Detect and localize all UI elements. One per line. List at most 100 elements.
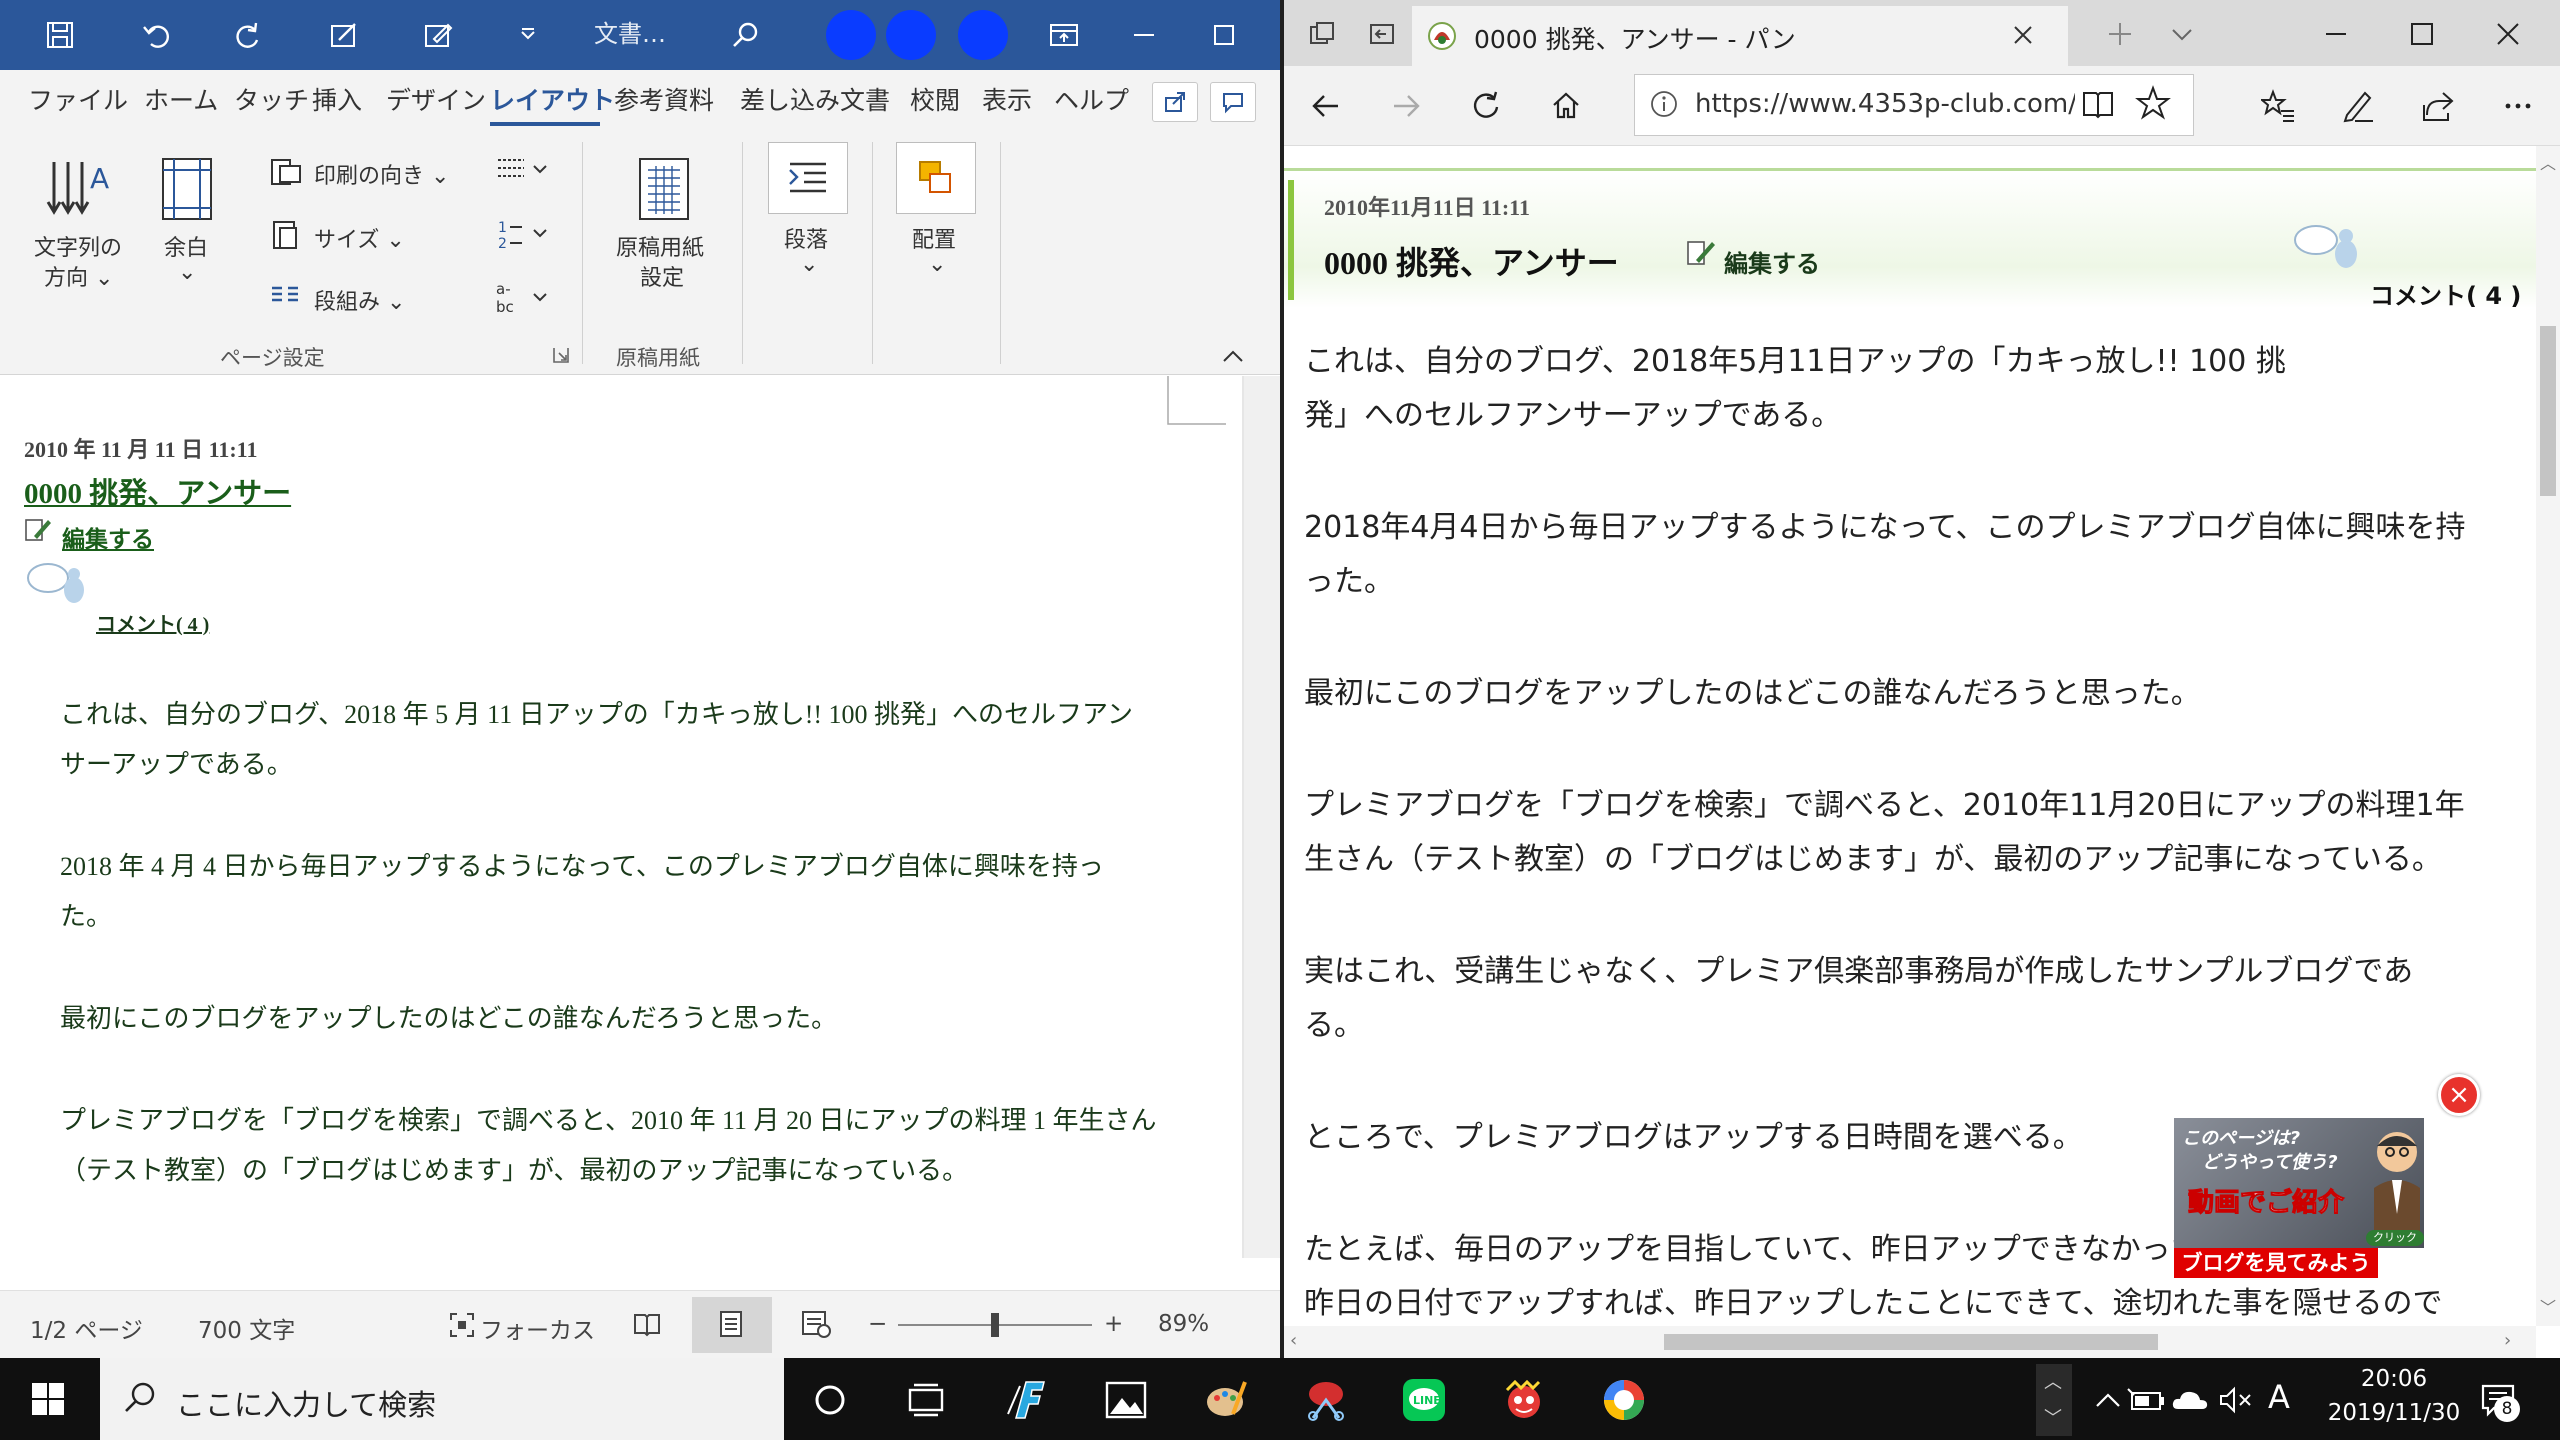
user-avatar-dot[interactable] <box>886 10 936 60</box>
size-icon[interactable] <box>268 218 302 252</box>
address-bar[interactable]: https://www.4353p-club.com/b <box>1634 74 2194 136</box>
breaks-icon[interactable] <box>494 156 550 184</box>
share-icon[interactable] <box>2410 78 2466 134</box>
promo-close-button[interactable]: × <box>2438 1074 2480 1116</box>
comments-link[interactable]: コメント( 4 ) <box>96 608 209 637</box>
new-tab-icon[interactable] <box>2092 6 2148 62</box>
tab-references[interactable]: 参考資料 <box>614 82 714 120</box>
manuscript-setup-label[interactable]: 原稿用紙 <box>616 230 704 262</box>
margins-icon[interactable] <box>160 156 214 222</box>
chevron-down-icon[interactable]: ⌄ <box>178 260 196 285</box>
scroll-up-icon[interactable]: ︿ <box>2536 150 2560 174</box>
tab-list-chevron-icon[interactable] <box>2154 6 2210 62</box>
touch-mode-icon[interactable] <box>326 17 362 53</box>
tab-home[interactable]: ホーム <box>144 82 218 120</box>
reading-view-icon[interactable] <box>2081 87 2115 121</box>
manuscript-setup-icon[interactable] <box>636 156 692 222</box>
word-count[interactable]: 700 文字 <box>198 1311 295 1345</box>
chevron-down-icon[interactable]: ⌄ <box>928 252 946 277</box>
taskbar-search-box[interactable]: ここに入力して検索 <box>100 1358 784 1440</box>
paragraph-icon[interactable] <box>768 142 848 214</box>
tab-view[interactable]: 表示 <box>982 82 1032 120</box>
edit-link[interactable]: 編集する <box>62 520 154 554</box>
tab-review[interactable]: 校閲 <box>910 82 960 120</box>
margins-label[interactable]: 余白 <box>164 230 208 262</box>
edit-link[interactable]: 編集する <box>1724 244 1820 279</box>
ribbon-display-options-icon[interactable] <box>1036 12 1092 58</box>
undo-icon[interactable] <box>138 17 174 53</box>
print-layout-icon[interactable] <box>716 1309 746 1339</box>
text-direction-icon[interactable]: A <box>44 154 114 224</box>
close-tab-icon[interactable] <box>2008 20 2038 50</box>
clock-time[interactable]: 20:06 <box>2334 1366 2454 1392</box>
start-windows-icon[interactable] <box>18 1369 78 1429</box>
tab-mailings[interactable]: 差し込み文書 <box>740 82 890 120</box>
speaker-muted-icon[interactable] <box>2206 1370 2266 1430</box>
more-options-icon[interactable] <box>2490 78 2546 134</box>
forward-icon[interactable] <box>1378 78 1434 134</box>
page-count[interactable]: 1/2 ページ <box>30 1311 143 1345</box>
scroll-down-icon[interactable]: ﹀ <box>2536 1294 2560 1318</box>
maximize-icon[interactable] <box>2394 6 2450 62</box>
document-page[interactable]: 2010 年 11 月 11 日 11:11 0000 挑発、アンサー 編集する… <box>0 376 1242 1258</box>
minimize-icon[interactable] <box>2308 6 2364 62</box>
zoom-level[interactable]: 89% <box>1158 1311 1209 1337</box>
chevron-down-icon[interactable]: ﹀ <box>2044 1404 2062 1430</box>
share-icon[interactable] <box>1152 82 1198 122</box>
user-avatar-dot[interactable] <box>958 10 1008 60</box>
customize-dropdown-icon[interactable] <box>510 17 546 53</box>
read-mode-icon[interactable] <box>632 1309 662 1339</box>
info-icon[interactable] <box>1649 89 1679 119</box>
columns-icon[interactable] <box>268 282 302 310</box>
collapse-ribbon-icon[interactable] <box>1222 348 1244 364</box>
scroll-left-icon[interactable]: ‹ <box>1290 1330 1297 1351</box>
text-direction-label[interactable]: 方向 ⌄ <box>44 260 113 292</box>
home-icon[interactable] <box>1538 78 1594 134</box>
draw-icon[interactable] <box>420 17 456 53</box>
orientation-icon[interactable] <box>268 154 302 188</box>
post-title[interactable]: 0000 挑発、アンサー <box>24 470 291 512</box>
promo-view-blog-button[interactable]: ブログを見てみよう <box>2174 1248 2378 1278</box>
snipping-tool-icon[interactable] <box>1296 1370 1356 1430</box>
dialog-launcher-icon[interactable] <box>552 346 570 364</box>
chevron-down-icon[interactable]: ⌄ <box>800 252 818 277</box>
favorites-hub-icon[interactable] <box>2250 78 2306 134</box>
zoom-slider-thumb[interactable] <box>991 1313 999 1337</box>
zoom-in-button[interactable]: + <box>1104 1311 1123 1337</box>
tab-design[interactable]: デザイン <box>386 82 486 120</box>
search-icon[interactable] <box>728 17 764 53</box>
tab-touch[interactable]: タッチ <box>234 82 309 120</box>
tab-layout[interactable]: レイアウト <box>490 82 615 120</box>
cortana-icon[interactable] <box>800 1370 860 1430</box>
zoom-out-button[interactable]: − <box>868 1311 887 1337</box>
close-window-icon[interactable] <box>2480 6 2536 62</box>
hyphenation-icon[interactable]: a-bc <box>494 280 550 316</box>
text-direction-label[interactable]: 文字列の <box>34 230 122 262</box>
back-icon[interactable] <box>1298 78 1354 134</box>
tab-insert[interactable]: 挿入 <box>312 82 362 120</box>
web-note-pen-icon[interactable] <box>2330 78 2386 134</box>
chevron-up-icon[interactable]: ︿ <box>2044 1368 2062 1394</box>
url-text[interactable]: https://www.4353p-club.com/b <box>1695 89 2075 119</box>
photos-icon[interactable] <box>1096 1370 1156 1430</box>
arrange-icon[interactable] <box>896 142 976 214</box>
focus-icon[interactable] <box>448 1311 476 1339</box>
tab-help[interactable]: ヘルプ <box>1054 82 1129 120</box>
manuscript-setup-label[interactable]: 設定 <box>640 260 684 292</box>
scrollbar-thumb[interactable] <box>1664 1334 2158 1350</box>
browser-tab[interactable]: 0000 挑発、アンサー - パン <box>1412 6 2068 66</box>
vertical-scrollbar[interactable]: ︿ ﹀ <box>2536 146 2560 1326</box>
web-layout-icon[interactable] <box>800 1309 832 1339</box>
maximize-icon[interactable] <box>1196 12 1252 58</box>
taskbar-scroll[interactable]: ︿ ﹀ <box>2036 1364 2072 1436</box>
arrange-label[interactable]: 配置 <box>912 222 956 254</box>
tab-file[interactable]: ファイル <box>28 82 128 120</box>
ime-indicator[interactable]: A <box>2268 1378 2290 1416</box>
paint-icon[interactable] <box>1196 1370 1256 1430</box>
character-app-icon[interactable] <box>1494 1370 1554 1430</box>
line-app-icon[interactable]: LINE <box>1394 1370 1454 1430</box>
orientation-label[interactable]: 印刷の向き ⌄ <box>314 158 449 190</box>
scrollbar-thumb[interactable] <box>2540 326 2556 496</box>
google-chrome-icon[interactable] <box>1594 1370 1654 1430</box>
line-numbers-icon[interactable]: 12 <box>494 218 550 252</box>
